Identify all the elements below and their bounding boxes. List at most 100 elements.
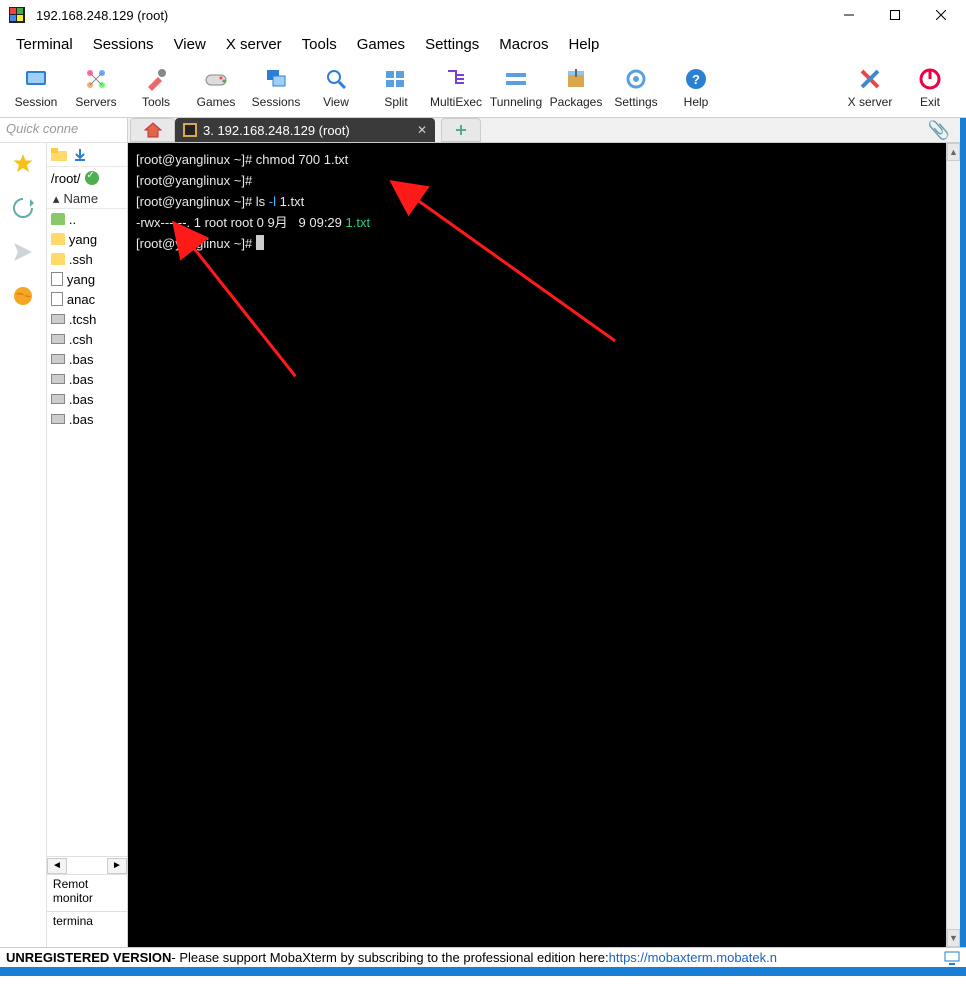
file-tree-panel: /root/ ▴ Name .. yang .ssh yang anac .tc… bbox=[47, 143, 127, 947]
hidden-file-icon bbox=[51, 394, 65, 404]
remote-monitoring-tab[interactable]: Remot monitor bbox=[47, 875, 127, 911]
footer-bar: UNREGISTERED VERSION - Please support Mo… bbox=[0, 947, 966, 967]
menu-sessions[interactable]: Sessions bbox=[83, 32, 164, 57]
toolbar-session[interactable]: Session bbox=[6, 61, 66, 115]
recycle-icon[interactable] bbox=[12, 197, 34, 219]
folder-up-icon bbox=[51, 213, 65, 225]
maximize-button[interactable] bbox=[872, 0, 918, 30]
footer-text: - Please support MobaXterm by subscribin… bbox=[171, 950, 608, 965]
send-icon[interactable] bbox=[12, 241, 34, 263]
new-tab-button[interactable] bbox=[441, 118, 481, 142]
svg-text:?: ? bbox=[692, 72, 700, 87]
filetree-item-up[interactable]: .. bbox=[47, 209, 127, 229]
paperclip-icon[interactable]: 📎 bbox=[928, 120, 950, 141]
terminal-vscroll[interactable]: ▲ ▼ bbox=[946, 143, 960, 947]
footer-sys-icon bbox=[944, 951, 960, 965]
menu-help[interactable]: Help bbox=[558, 32, 609, 57]
filetree-item[interactable]: yang bbox=[47, 269, 127, 289]
side-icon-strip bbox=[0, 143, 47, 947]
toolbar-games[interactable]: Games bbox=[186, 61, 246, 115]
settings-icon bbox=[624, 67, 648, 91]
toolbar-tools[interactable]: Tools bbox=[126, 61, 186, 115]
toolbar-xserver[interactable]: X server bbox=[840, 61, 900, 115]
minimize-button[interactable] bbox=[826, 0, 872, 30]
packages-icon bbox=[564, 67, 588, 91]
left-panel: Quick conne /root/ ▴ Name bbox=[0, 118, 128, 947]
terminal-pane[interactable]: [root@yanglinux ~]# chmod 700 1.txt [roo… bbox=[128, 143, 960, 947]
right-edge-bar bbox=[960, 118, 966, 947]
toolbar-multiexec[interactable]: MultiExec bbox=[426, 61, 486, 115]
globe-icon[interactable] bbox=[12, 285, 34, 307]
session-icon bbox=[24, 67, 48, 91]
xserver-icon bbox=[858, 67, 882, 91]
favorites-icon[interactable] bbox=[12, 153, 34, 175]
scroll-right-icon[interactable]: ► bbox=[107, 858, 127, 874]
filetree-bottom-tabs: Remot monitor termina bbox=[47, 874, 127, 947]
tab-close-icon[interactable]: ✕ bbox=[417, 123, 427, 137]
cursor bbox=[256, 235, 264, 250]
toolbar-view[interactable]: View bbox=[306, 61, 366, 115]
toolbar-split[interactable]: Split bbox=[366, 61, 426, 115]
scroll-up-icon[interactable]: ▲ bbox=[947, 143, 960, 161]
menu-games[interactable]: Games bbox=[347, 32, 415, 57]
hidden-file-icon bbox=[51, 414, 65, 424]
terminal-output[interactable]: [root@yanglinux ~]# chmod 700 1.txt [roo… bbox=[128, 143, 946, 947]
filetree-header-name: Name bbox=[63, 191, 98, 206]
filetree-item[interactable]: anac bbox=[47, 289, 127, 309]
scroll-track[interactable] bbox=[947, 161, 960, 929]
terminal-icon bbox=[183, 123, 197, 137]
scroll-down-icon[interactable]: ▼ bbox=[947, 929, 960, 947]
hidden-file-icon bbox=[51, 354, 65, 364]
filetree-toolbar[interactable] bbox=[47, 143, 127, 167]
connection-ok-icon bbox=[85, 171, 99, 185]
toolbar-help[interactable]: ?Help bbox=[666, 61, 726, 115]
filetree-item[interactable]: .bas bbox=[47, 409, 127, 429]
filetree-item[interactable]: .bas bbox=[47, 389, 127, 409]
app-icon bbox=[8, 6, 26, 24]
window-title: 192.168.248.129 (root) bbox=[36, 8, 826, 23]
filetree-item[interactable]: .ssh bbox=[47, 249, 127, 269]
menu-settings[interactable]: Settings bbox=[415, 32, 489, 57]
window-titlebar: 192.168.248.129 (root) bbox=[0, 0, 966, 30]
menu-tools[interactable]: Tools bbox=[292, 32, 347, 57]
toolbar-settings[interactable]: Settings bbox=[606, 61, 666, 115]
filetree-path[interactable]: /root/ bbox=[47, 167, 127, 189]
menu-terminal[interactable]: Terminal bbox=[6, 32, 83, 57]
multiexec-icon bbox=[444, 67, 468, 91]
filetree-hscroll[interactable]: ◄ ► bbox=[47, 856, 127, 874]
view-icon bbox=[324, 67, 348, 91]
plus-icon bbox=[454, 123, 468, 137]
toolbar-servers[interactable]: Servers bbox=[66, 61, 126, 115]
tools-icon bbox=[144, 67, 168, 91]
close-button[interactable] bbox=[918, 0, 964, 30]
download-icon bbox=[73, 148, 87, 162]
toolbar-packages[interactable]: Packages bbox=[546, 61, 606, 115]
session-tab[interactable]: 3. 192.168.248.129 (root) ✕ bbox=[175, 118, 435, 142]
filetree-header[interactable]: ▴ Name bbox=[47, 189, 127, 209]
home-tab[interactable] bbox=[130, 118, 175, 142]
filetree-item[interactable]: .tcsh bbox=[47, 309, 127, 329]
quick-connect-input[interactable]: Quick conne bbox=[0, 118, 127, 143]
menu-bar: Terminal Sessions View X server Tools Ga… bbox=[0, 30, 966, 58]
file-icon bbox=[51, 272, 63, 286]
filetree-item[interactable]: .bas bbox=[47, 349, 127, 369]
menu-xserver[interactable]: X server bbox=[216, 32, 292, 57]
toolbar-exit[interactable]: Exit bbox=[900, 61, 960, 115]
menu-macros[interactable]: Macros bbox=[489, 32, 558, 57]
home-icon bbox=[144, 122, 162, 138]
menu-view[interactable]: View bbox=[164, 32, 216, 57]
filetree-item[interactable]: .bas bbox=[47, 369, 127, 389]
folder-icon bbox=[51, 253, 65, 265]
split-icon bbox=[384, 67, 408, 91]
toolbar-sessions[interactable]: Sessions bbox=[246, 61, 306, 115]
filetree-item[interactable]: .csh bbox=[47, 329, 127, 349]
folder-icon bbox=[51, 233, 65, 245]
filetree-item[interactable]: yang bbox=[47, 229, 127, 249]
terminal-tab[interactable]: termina bbox=[47, 911, 127, 947]
footer-link[interactable]: https://mobaxterm.mobatek.n bbox=[609, 950, 777, 965]
tab-label: 3. 192.168.248.129 (root) bbox=[203, 123, 350, 138]
games-icon bbox=[204, 67, 228, 91]
scroll-left-icon[interactable]: ◄ bbox=[47, 858, 67, 874]
filetree-list: .. yang .ssh yang anac .tcsh .csh .bas .… bbox=[47, 209, 127, 856]
toolbar-tunneling[interactable]: Tunneling bbox=[486, 61, 546, 115]
